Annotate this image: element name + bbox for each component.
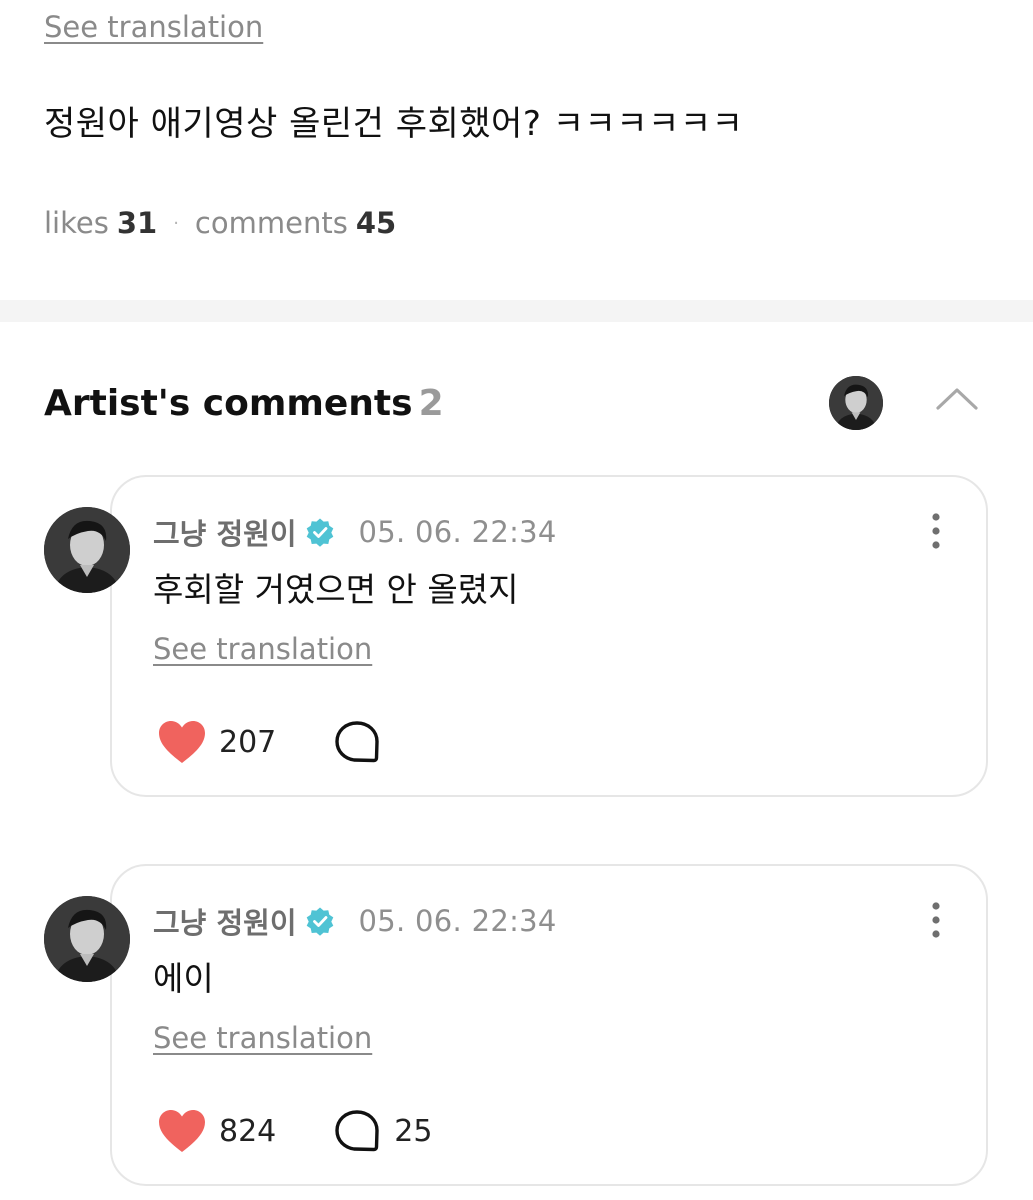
verified-badge-icon bbox=[306, 907, 333, 936]
comment-author-avatar[interactable] bbox=[44, 896, 130, 982]
avatar-image bbox=[44, 896, 130, 982]
like-count: 207 bbox=[219, 724, 277, 760]
page: See translation 정원아 애기영상 올린건 후회했어? ㅋㅋㅋㅋㅋ… bbox=[0, 0, 1033, 1200]
stats-separator: · bbox=[173, 212, 179, 234]
like-count: 824 bbox=[219, 1113, 277, 1149]
comment-author-avatar[interactable] bbox=[44, 507, 130, 593]
comment-timestamp: 05. 06. 22:34 bbox=[358, 515, 557, 549]
heart-icon bbox=[159, 1110, 205, 1152]
artist-avatar-image bbox=[829, 376, 883, 430]
comment-author-name[interactable]: 그냥 정원이 bbox=[153, 900, 297, 942]
verified-badge-icon bbox=[306, 518, 333, 547]
avatar-image bbox=[44, 507, 130, 593]
post-section: See translation 정원아 애기영상 올린건 후회했어? ㅋㅋㅋㅋㅋ… bbox=[0, 0, 1033, 300]
post-text: 정원아 애기영상 올린건 후회했어? ㅋㅋㅋㅋㅋㅋ bbox=[44, 104, 744, 144]
chevron-up-icon bbox=[936, 388, 978, 410]
comment-actions: 207 bbox=[157, 717, 394, 767]
more-vertical-icon bbox=[932, 902, 940, 938]
comment-timestamp: 05. 06. 22:34 bbox=[358, 904, 557, 938]
comment-card: 그냥 정원이 05. 06. 22:34 후회할 거였으면 안 올렸지 See … bbox=[110, 475, 988, 797]
heart-icon bbox=[159, 721, 205, 763]
comment-more-button[interactable] bbox=[924, 511, 948, 551]
comment-header: 그냥 정원이 05. 06. 22:34 bbox=[153, 900, 557, 942]
artist-avatar[interactable] bbox=[829, 376, 883, 430]
section-divider bbox=[0, 300, 1033, 322]
like-button[interactable]: 207 bbox=[157, 719, 276, 765]
comment-body: 에이 bbox=[153, 959, 214, 998]
comments-label: comments bbox=[194, 206, 348, 240]
comment-card: 그냥 정원이 05. 06. 22:34 에이 See translation bbox=[110, 864, 988, 1186]
artist-comments-count: 2 bbox=[418, 383, 444, 424]
comment-more-button[interactable] bbox=[924, 900, 948, 940]
likes-count: 31 bbox=[116, 206, 158, 240]
comment-see-translation-link[interactable]: See translation bbox=[153, 632, 372, 666]
speech-bubble-icon bbox=[335, 1110, 379, 1152]
reply-button[interactable] bbox=[334, 720, 394, 764]
likes-label: likes bbox=[44, 206, 109, 240]
post-stats: likes 31 · comments 45 bbox=[44, 206, 396, 240]
like-button[interactable]: 824 bbox=[157, 1108, 276, 1154]
comments-count: 45 bbox=[355, 206, 397, 240]
artist-comments-title: Artist's comments 2 bbox=[44, 383, 444, 424]
comment-author-name[interactable]: 그냥 정원이 bbox=[153, 511, 297, 553]
reply-count: 25 bbox=[394, 1113, 433, 1149]
comment-header: 그냥 정원이 05. 06. 22:34 bbox=[153, 511, 557, 553]
comment-see-translation-link[interactable]: See translation bbox=[153, 1021, 372, 1055]
artist-comments-title-text: Artist's comments bbox=[44, 383, 413, 424]
artist-comments-header: Artist's comments 2 bbox=[44, 376, 994, 432]
comment-body: 후회할 거였으면 안 올렸지 bbox=[153, 570, 519, 609]
collapse-toggle[interactable] bbox=[932, 376, 982, 426]
more-vertical-icon bbox=[932, 513, 940, 549]
comment-actions: 824 25 bbox=[157, 1106, 432, 1156]
reply-button[interactable]: 25 bbox=[334, 1109, 432, 1153]
speech-bubble-icon bbox=[335, 721, 379, 763]
post-see-translation-link[interactable]: See translation bbox=[44, 10, 263, 44]
